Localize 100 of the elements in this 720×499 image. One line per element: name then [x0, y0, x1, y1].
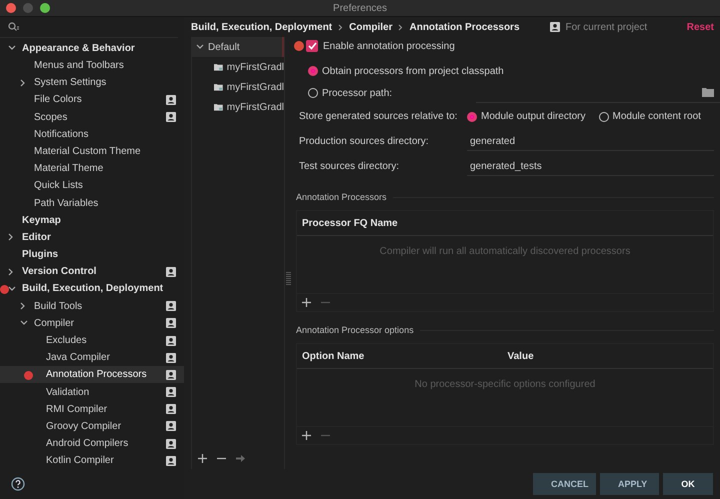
tree-item[interactable]: Excludes: [0, 332, 184, 350]
empty-message: Compiler will run all automatically discovered processors: [380, 246, 630, 259]
tree-item-label: Path Variables: [34, 198, 100, 208]
tree-item[interactable]: Compiler: [0, 314, 184, 332]
dialog-button[interactable]: CANCEL: [533, 473, 596, 495]
radio-button[interactable]: [467, 112, 477, 122]
field-label: Production sources directory:: [299, 136, 430, 147]
tree-item-label: Appearance & Behavior: [22, 42, 136, 54]
tree-item-label: Validation: [46, 386, 90, 398]
profile-item[interactable]: myFirstGradl: [192, 77, 284, 97]
profile-label: Default: [208, 42, 240, 52]
tree-item-label: Plugins: [22, 249, 60, 260]
profile-label: myFirstGradl: [226, 102, 284, 112]
tree-item-label: Notifications: [34, 128, 90, 140]
chevron-down-icon[interactable]: [8, 45, 16, 52]
tree-item[interactable]: System Settings: [0, 74, 184, 92]
chevron-right-icon[interactable]: [8, 233, 14, 242]
chevron-down-icon[interactable]: [20, 320, 28, 326]
chevron-right-icon[interactable]: [20, 78, 26, 87]
zoom-button[interactable]: [40, 3, 50, 13]
dialog-button[interactable]: APPLY: [600, 473, 659, 495]
tree-item[interactable]: Scopes: [0, 108, 184, 126]
tree-item[interactable]: Groovy Compiler: [0, 418, 184, 436]
radio-button[interactable]: [598, 112, 609, 122]
tree-item-label: RMI Compiler: [46, 404, 108, 415]
tree-item[interactable]: Java Compiler: [0, 349, 184, 366]
folder-icon[interactable]: [702, 88, 714, 97]
tree-item[interactable]: File Colors: [0, 91, 184, 108]
tree-item-label: Java Compiler: [46, 352, 111, 364]
tree-item[interactable]: Android Compilers: [0, 435, 184, 452]
tree-item-label: Build, Execution, Deployment: [22, 283, 164, 294]
add-icon[interactable]: [302, 298, 311, 307]
dialog-button[interactable]: OK: [663, 473, 713, 495]
tree-item-label: Compiler: [34, 318, 76, 329]
add-icon[interactable]: [198, 454, 207, 462]
tree-item[interactable]: Material Theme: [0, 160, 184, 178]
radio-label: Obtain processors from project classpath: [322, 66, 504, 76]
tree-item[interactable]: Quick Lists: [0, 177, 184, 194]
tree-item[interactable]: Annotation Processors: [0, 366, 184, 384]
text-field[interactable]: generated_tests: [467, 157, 714, 176]
tree-item[interactable]: Menus and Toolbars: [0, 56, 184, 74]
window-title: Preferences: [333, 2, 387, 14]
tree-item[interactable]: Appearance & Behavior: [0, 40, 184, 57]
help-icon[interactable]: [11, 477, 25, 492]
close-button[interactable]: [6, 3, 16, 13]
tree-item[interactable]: Build Tools: [0, 298, 184, 315]
tree-item[interactable]: Keymap: [0, 212, 184, 229]
tree-item-label: Material Theme: [34, 163, 104, 174]
profile-item[interactable]: Default: [192, 37, 284, 57]
text-field[interactable]: generated: [467, 132, 714, 151]
chevron-down-icon[interactable]: [8, 286, 16, 292]
radio-label: Module output directory: [481, 111, 586, 122]
tree-item-label: Material Custom Theme: [34, 146, 142, 157]
column-header: Value: [508, 350, 535, 362]
breadcrumb-item[interactable]: Build, Execution, Deployment: [191, 22, 332, 32]
tree-item[interactable]: RMI Compiler: [0, 400, 184, 418]
breadcrumb-item[interactable]: Annotation Processors: [409, 22, 520, 32]
chevron-right-icon[interactable]: [20, 302, 26, 310]
tree-item[interactable]: Validation: [0, 383, 184, 401]
arrow-right-icon[interactable]: [236, 454, 245, 462]
section-title: Annotation Processors: [296, 192, 387, 202]
chevron-right-icon[interactable]: [8, 268, 14, 276]
profile-label: myFirstGradl: [226, 82, 284, 92]
profile-item[interactable]: myFirstGradl: [192, 57, 284, 77]
tree-item-label: Android Compilers: [46, 438, 130, 450]
add-icon[interactable]: [302, 431, 311, 440]
radio-button[interactable]: [308, 66, 318, 76]
tree-item[interactable]: Material Custom Theme: [0, 142, 184, 160]
chevron-right-icon: [398, 24, 404, 30]
scope-label: For current project: [566, 22, 648, 32]
splitter-handle[interactable]: [286, 272, 291, 286]
tree-item[interactable]: Build, Execution, Deployment: [0, 280, 184, 298]
checkbox[interactable]: [306, 40, 318, 52]
tree-item[interactable]: Notifications: [0, 126, 184, 143]
tree-item[interactable]: Editor: [0, 228, 184, 246]
tree-item[interactable]: Plugins: [0, 246, 184, 264]
tree-item-label: File Colors: [34, 94, 83, 106]
tree-item-label: Excludes: [46, 335, 88, 346]
radio-label: Processor path:: [322, 88, 392, 98]
person-icon: [550, 22, 560, 32]
tree-item-label: Annotation Processors: [46, 369, 148, 380]
search-icon: [8, 22, 20, 32]
section-title: Annotation Processor options: [296, 325, 414, 335]
tree-item[interactable]: Kotlin Compiler: [0, 452, 184, 470]
column-header: Processor FQ Name: [302, 218, 399, 228]
tree-item-label: Version Control: [22, 266, 98, 278]
tree-item-label: Build Tools: [34, 300, 84, 312]
radio-label: Module content root: [612, 111, 701, 122]
breadcrumb-item[interactable]: Compiler: [349, 22, 392, 32]
radio-button[interactable]: [308, 88, 318, 98]
tree-item-label: Keymap: [22, 214, 62, 226]
tree-item[interactable]: Version Control: [0, 263, 184, 280]
folder-icon: [214, 62, 223, 72]
tree-item[interactable]: Path Variables: [0, 194, 184, 212]
tree-item-label: System Settings: [34, 77, 108, 88]
tree-item-label: Quick Lists: [34, 180, 84, 192]
profile-item[interactable]: myFirstGradl: [192, 97, 284, 117]
chevron-right-icon: [338, 24, 344, 30]
chevron-down-icon[interactable]: [196, 44, 204, 50]
reset-link[interactable]: Reset: [686, 22, 714, 32]
